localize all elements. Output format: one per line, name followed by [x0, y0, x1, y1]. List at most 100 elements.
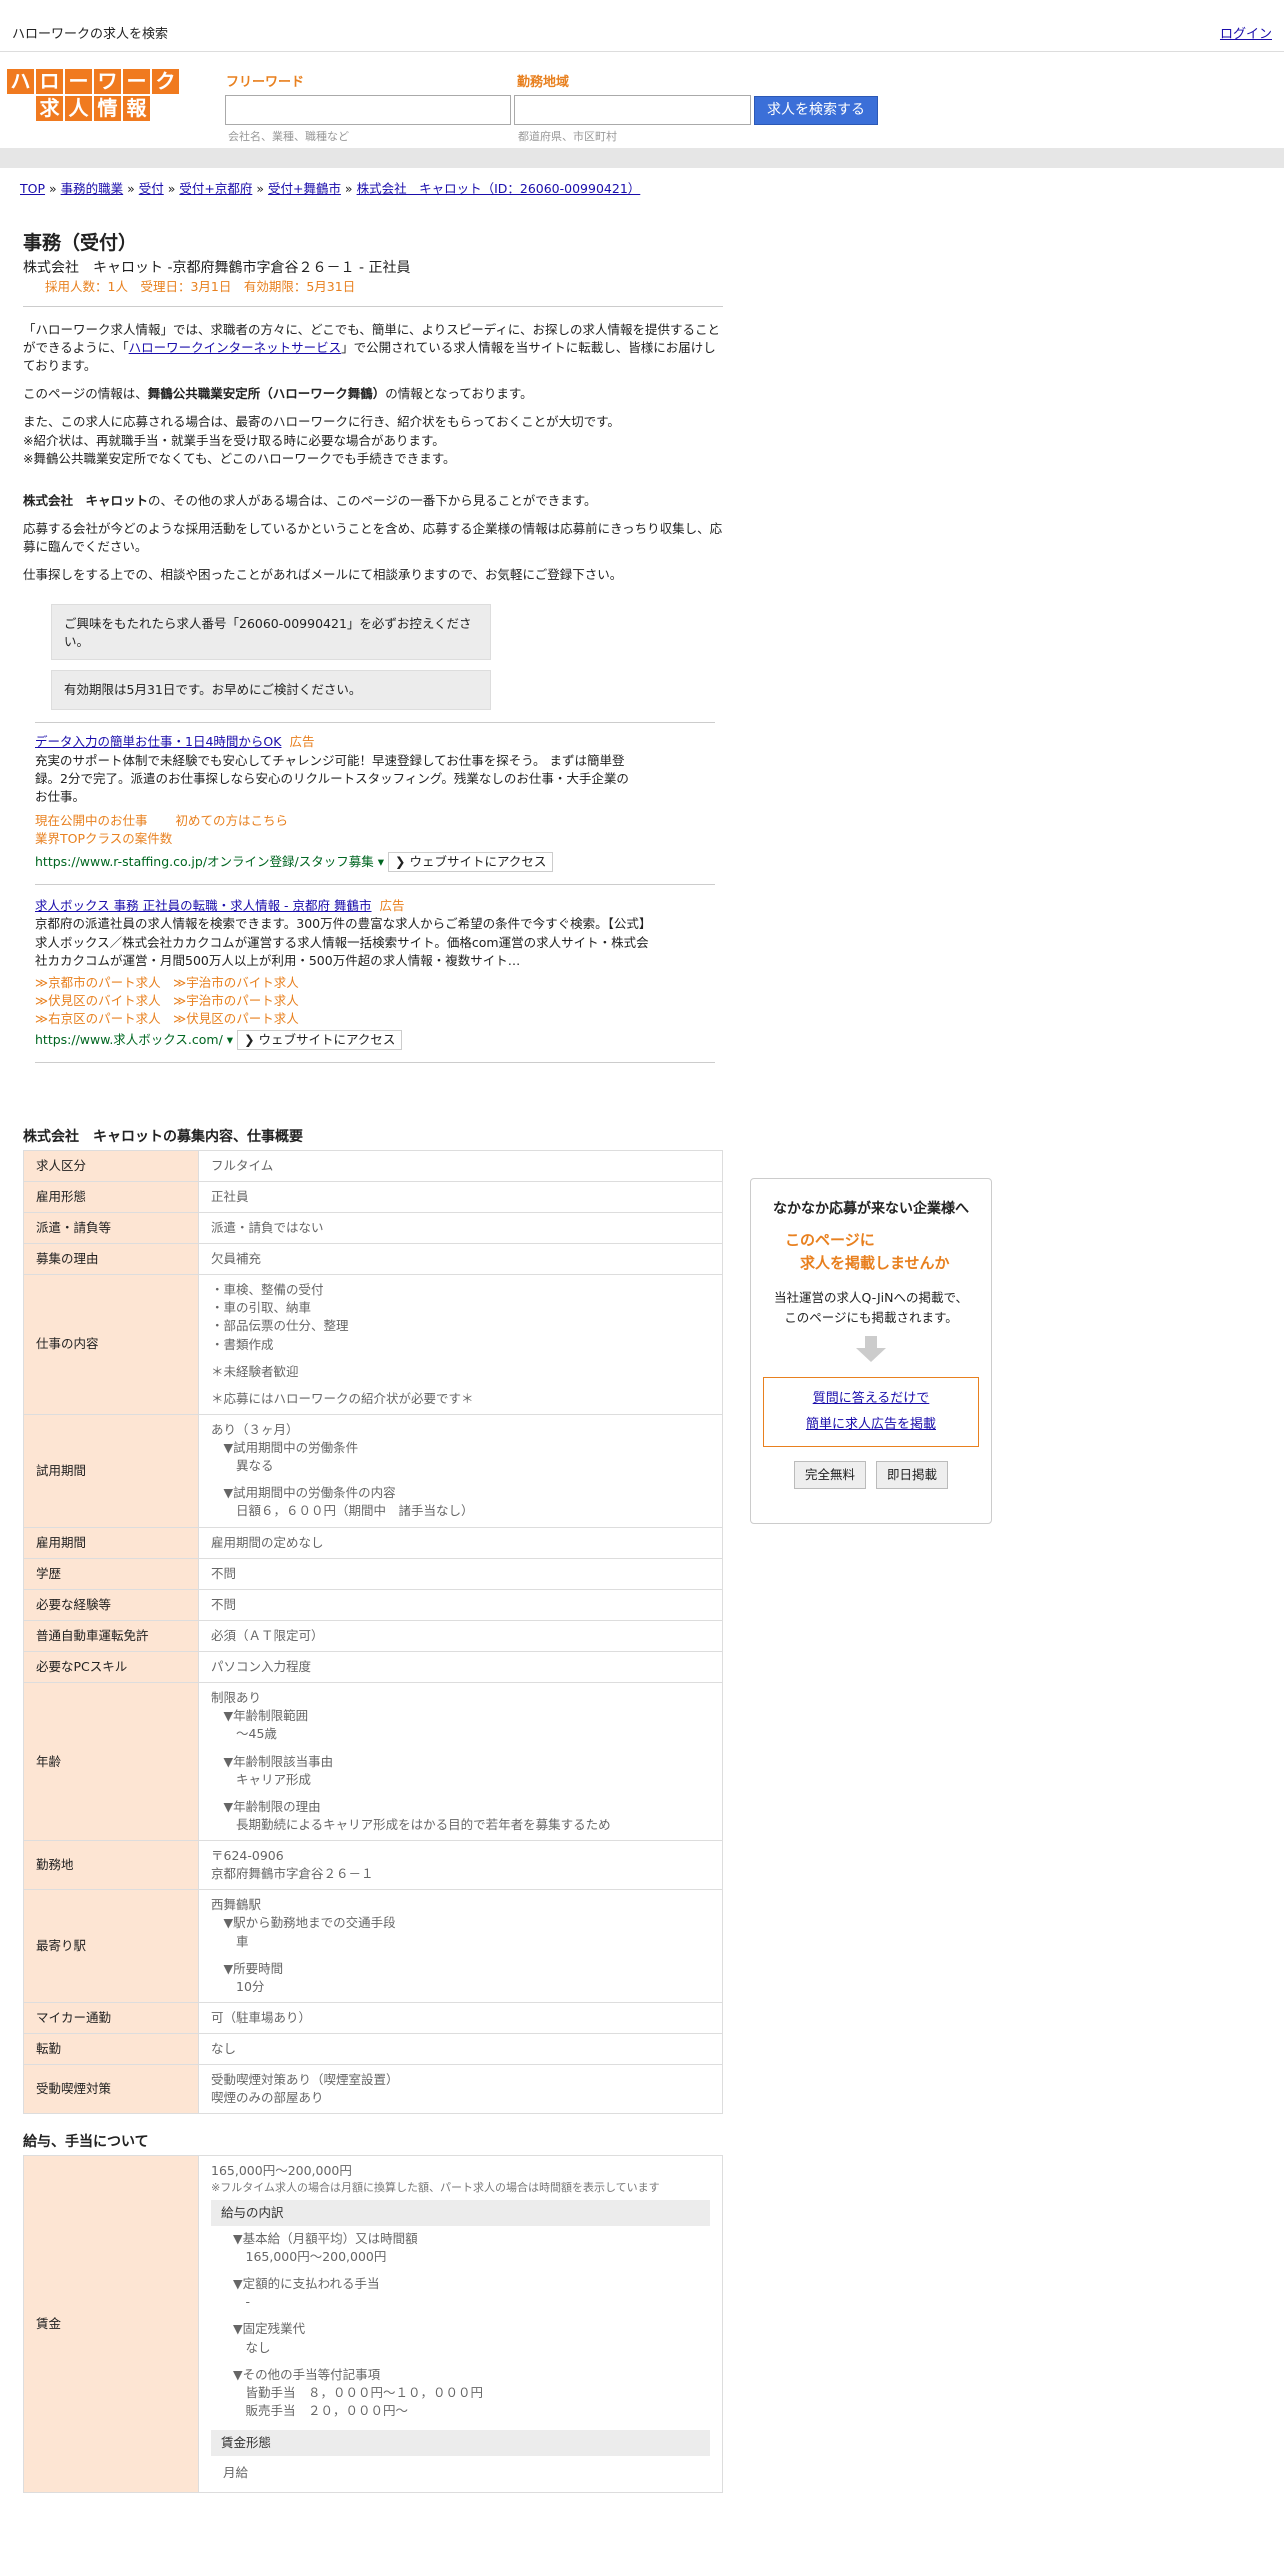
ad-sitelink[interactable]: 初めての方はこちら — [176, 813, 289, 828]
row-value: 必須（ＡＴ限定可） — [198, 1619, 723, 1653]
keyword-hint: 会社名、業種、職種など — [228, 130, 349, 143]
overview-table: 求人区分 フルタイム 雇用形態 正社員 派遣・請負等 派遣・請負ではない 募集の理由 欠員補充… — [23, 1149, 723, 2115]
row-value-line: 京都府舞鶴市字倉谷２６－１ — [211, 1866, 374, 1882]
table-row: 仕事の内容 ・車検、整備の受付 ・車の引取、納車 ・部品伝票の仕分、整理 ・書類作成 ＊未… — [23, 1274, 723, 1415]
row-value-line: 派遣・請負ではない — [211, 1219, 324, 1235]
ad-sitelink[interactable]: ≫伏見区のバイト求人 — [35, 993, 161, 1008]
breadcrumb-separator: » — [123, 181, 139, 196]
advertise-text-line: このページにも掲載されます。 — [784, 1310, 958, 1326]
row-value-line: 喫煙のみの部屋あり — [211, 2090, 324, 2106]
table-row: 雇用期間 雇用期間の定めなし — [23, 1526, 723, 1559]
advertise-catch-line: 求人を掲載しませんか — [785, 1253, 950, 1272]
divider — [23, 305, 723, 307]
notice-expiry: 有効期限は5月31日です。お早めにご検討ください。 — [51, 670, 491, 711]
ad-title-link[interactable]: データ入力の簡単お仕事・1日4時間からOK — [35, 734, 281, 749]
ad-sitelink[interactable]: ≫京都市のパート求人 — [35, 975, 161, 990]
logo-character: ワ — [93, 68, 122, 95]
visit-website-button[interactable]: ❯ ウェブサイトにアクセス — [237, 1030, 403, 1051]
row-value-line: ▼年齢制限範囲 — [211, 1708, 309, 1724]
table-row: 派遣・請負等 派遣・請負ではない — [23, 1211, 723, 1245]
arrow-down-icon — [856, 1336, 886, 1369]
row-value: 雇用期間の定めなし — [198, 1526, 723, 1559]
table-row: 学歴 不問 — [23, 1557, 723, 1590]
ad-block: 求人ボックス 事務 正社員の転職・求人情報 - 京都府 舞鶴市 広告 京都府の派遣… — [35, 897, 715, 1051]
row-value-line — [211, 1789, 710, 1798]
row-value-line: フルタイム — [211, 1157, 274, 1173]
ad-block: データ入力の簡単お仕事・1日4時間からOK 広告 充実のサポート体制で未経験でも安… — [35, 733, 715, 873]
table-row: 雇用形態 正社員 — [23, 1180, 723, 1213]
ad-sitelink[interactable]: 業界TOPクラスの案件数 — [35, 831, 172, 846]
row-value: 派遣・請負ではない — [198, 1211, 723, 1245]
job-meta: 採用人数：1人 受理日：3月1日 有効期限：5月31日 — [45, 278, 356, 294]
table-row: 募集の理由 欠員補充 — [23, 1243, 723, 1276]
row-value-line: 制限あり — [211, 1690, 262, 1706]
search-button[interactable]: 求人を検索する — [754, 96, 878, 125]
same-day-button[interactable]: 即日掲載 — [876, 1461, 949, 1490]
breadcrumb-link[interactable]: 受付+京都府 — [179, 181, 252, 196]
breakdown-line — [233, 2311, 710, 2320]
advice-paragraph: 応募する会社が今どのような採用活動をしているかということを含め、応募する企業様の… — [23, 520, 723, 555]
visit-website-button[interactable]: ❯ ウェブサイトにアクセス — [388, 852, 554, 873]
advertise-link[interactable]: 簡単に求人広告を掲載 — [806, 1417, 936, 1432]
row-value-line — [211, 1475, 710, 1484]
referral-paragraph: また、この求人に応募される場合は、最寄のハローワークに行き、紹介状をもらっておく… — [23, 413, 723, 467]
row-label: マイカー通勤 — [23, 2001, 199, 2035]
row-value-line: 不問 — [211, 1596, 237, 1612]
login-link[interactable]: ログイン — [1220, 26, 1272, 45]
ad-url[interactable]: https://www.求人ボックス.com/ — [35, 1032, 223, 1047]
row-value-line: 〒624-0906 — [211, 1848, 284, 1864]
divider — [35, 722, 715, 724]
advertise-link[interactable]: 質問に答えるだけで — [813, 1391, 930, 1406]
keyword-label: フリーワード — [226, 75, 305, 90]
row-value-line: ▼年齢制限該当事由 — [211, 1753, 334, 1769]
table-row: 勤務地 〒624-0906 京都府舞鶴市字倉谷２６－１ — [23, 1840, 723, 1891]
row-label: 必要なPCスキル — [23, 1651, 199, 1684]
ad-title-link[interactable]: 求人ボックス 事務 正社員の転職・求人情報 - 京都府 舞鶴市 — [35, 898, 372, 913]
office-text: このページの情報は、 — [23, 386, 148, 402]
ad-sitelink[interactable]: ≫右京区のパート求人 — [35, 1011, 161, 1026]
row-value-line: 可（駐車場あり） — [211, 2009, 312, 2025]
breakdown-line: 165,000円〜200,000円 — [233, 2249, 387, 2264]
logo-character: 情 — [93, 95, 122, 122]
chevron-down-icon[interactable]: ▾ — [378, 854, 384, 869]
row-value: 欠員補充 — [198, 1243, 723, 1276]
ad-sitelink[interactable]: 現在公開中のお仕事 — [35, 813, 148, 828]
hellowork-internet-link[interactable]: ハローワークインターネットサービス — [129, 340, 342, 355]
row-label: 雇用形態 — [23, 1180, 199, 1213]
ad-sitelink[interactable]: ≫伏見区のパート求人 — [173, 1011, 299, 1026]
row-value-line: ▼駅から勤務地までの交通手段 — [211, 1915, 396, 1931]
ad-description: 京都府の派遣社員の求人情報を検索できます。300万件の豊富な求人からご希望の条件… — [35, 916, 652, 968]
breadcrumb-link[interactable]: 受付+舞鶴市 — [268, 181, 341, 196]
advertise-link-box[interactable]: 質問に答えるだけで 簡単に求人広告を掲載 — [763, 1377, 979, 1448]
hellowork-logo[interactable]: ハローワーク 求人情報 — [6, 68, 180, 122]
breadcrumb-link[interactable]: TOP — [20, 181, 45, 196]
referral-note: ※舞鶴公共職業安定所でなくても、どこのハローワークでも手続きできます。 — [23, 450, 456, 466]
chevron-down-icon[interactable]: ▾ — [227, 1032, 233, 1047]
row-value-line: 正社員 — [211, 1188, 249, 1204]
keyword-input[interactable] — [225, 95, 511, 125]
advertise-text: 当社運営の求人Q-JiNへの掲載で、 このページにも掲載されます。 — [751, 1288, 991, 1328]
row-label: 勤務地 — [23, 1840, 199, 1891]
row-value-line: ・車の引取、納車 — [211, 1300, 312, 1316]
breadcrumb-link[interactable]: 事務的職業 — [61, 181, 124, 196]
breadcrumb-link[interactable]: 株式会社 キャロット（ID：26060-00990421） — [357, 181, 641, 196]
table-row: 必要なPCスキル パソコン入力程度 — [23, 1651, 723, 1684]
site-title: ハローワークの求人を検索 — [12, 27, 169, 42]
breadcrumb-link[interactable]: 受付 — [139, 181, 164, 196]
area-input[interactable] — [514, 95, 751, 125]
salary-range: 165,000円〜200,000円 — [211, 2162, 352, 2178]
ad-tag: 広告 — [379, 898, 405, 914]
ad-url[interactable]: https://www.r-staffing.co.jp/オンライン登録/スタッ… — [35, 854, 374, 869]
breadcrumb-separator: » — [163, 181, 180, 196]
ad-sitelink[interactable]: ≫宇治市のパート求人 — [173, 993, 299, 1008]
divider — [35, 884, 715, 886]
row-value-line: 異なる — [211, 1458, 274, 1474]
row-value-line: 10分 — [211, 1978, 265, 1994]
breakdown-line: ▼その他の手当等付記事項 — [233, 2366, 381, 2382]
free-button[interactable]: 完全無料 — [793, 1461, 866, 1490]
ad-sitelink[interactable]: ≫宇治市のバイト求人 — [173, 975, 299, 990]
row-value: あり（３ヶ月） ▼試用期間中の労働条件 異なる ▼試用期間中の労働条件の内容 日… — [198, 1413, 723, 1528]
advertise-title: なかなか応募が来ない企業様へ — [773, 1201, 969, 1217]
row-value: 西舞鶴駅 ▼駅から勤務地までの交通手段 車 ▼所要時間 10分 — [198, 1889, 723, 2003]
row-value-line: あり（３ヶ月） — [211, 1421, 299, 1437]
